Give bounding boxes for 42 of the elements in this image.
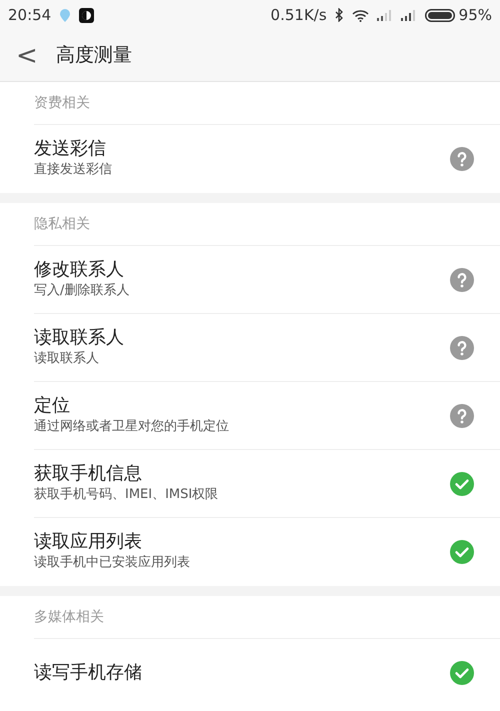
- page-title: 高度测量: [56, 43, 132, 68]
- permission-row[interactable]: 读取联系人 读取联系人: [34, 314, 500, 382]
- permission-title: 读取应用列表: [34, 531, 143, 554]
- help-icon[interactable]: [450, 404, 474, 428]
- permission-description: 读取手机中已安装应用列表: [34, 554, 191, 572]
- wifi-icon: [352, 8, 369, 22]
- help-icon[interactable]: [450, 268, 474, 292]
- help-icon[interactable]: [450, 147, 474, 171]
- permission-row[interactable]: 读取应用列表 读取手机中已安装应用列表: [34, 518, 500, 586]
- back-button[interactable]: <: [0, 42, 56, 68]
- permission-row[interactable]: 获取手机信息 获取手机号码、IMEI、IMSI权限: [34, 450, 500, 518]
- section-header: 隐私相关: [34, 214, 90, 234]
- permission-description: 写入/删除联系人: [34, 282, 130, 300]
- check-icon[interactable]: [450, 472, 474, 496]
- app-notification-icon: [79, 8, 94, 22]
- section-header: 多媒体相关: [34, 608, 104, 626]
- network-speed: 0.51K/s: [270, 4, 327, 26]
- permission-title: 发送彩信: [34, 138, 107, 160]
- section-header: 资费相关: [34, 94, 90, 112]
- location-pin-icon: [59, 8, 72, 22]
- battery-icon: [424, 8, 455, 22]
- battery-percentage: 95%: [458, 4, 492, 26]
- help-icon[interactable]: [450, 336, 474, 360]
- permission-description: 直接发送彩信: [34, 161, 113, 180]
- permission-row[interactable]: 读写手机存储: [34, 639, 500, 707]
- permission-title: 获取手机信息: [34, 462, 143, 485]
- permission-title: 定位: [34, 394, 71, 417]
- permission-title: 修改联系人: [34, 258, 125, 281]
- signal-icon: [376, 9, 393, 21]
- check-icon[interactable]: [450, 661, 474, 685]
- permission-description: 通过网络或者卫星对您的手机定位: [34, 418, 230, 436]
- permission-title: 读取联系人: [34, 326, 125, 349]
- clock-time: 20:54: [8, 4, 52, 26]
- permission-row[interactable]: 定位 通过网络或者卫星对您的手机定位: [34, 382, 500, 450]
- bluetooth-icon: [334, 8, 344, 22]
- permission-row[interactable]: 发送彩信 直接发送彩信: [34, 125, 500, 193]
- check-icon[interactable]: [450, 540, 474, 564]
- permission-title: 读写手机存储: [34, 662, 143, 684]
- permission-row[interactable]: 修改联系人 写入/删除联系人: [34, 246, 500, 314]
- signal-icon: [400, 9, 417, 21]
- permission-description: 获取手机号码、IMEI、IMSI权限: [34, 486, 220, 504]
- permission-description: 读取联系人: [34, 350, 100, 368]
